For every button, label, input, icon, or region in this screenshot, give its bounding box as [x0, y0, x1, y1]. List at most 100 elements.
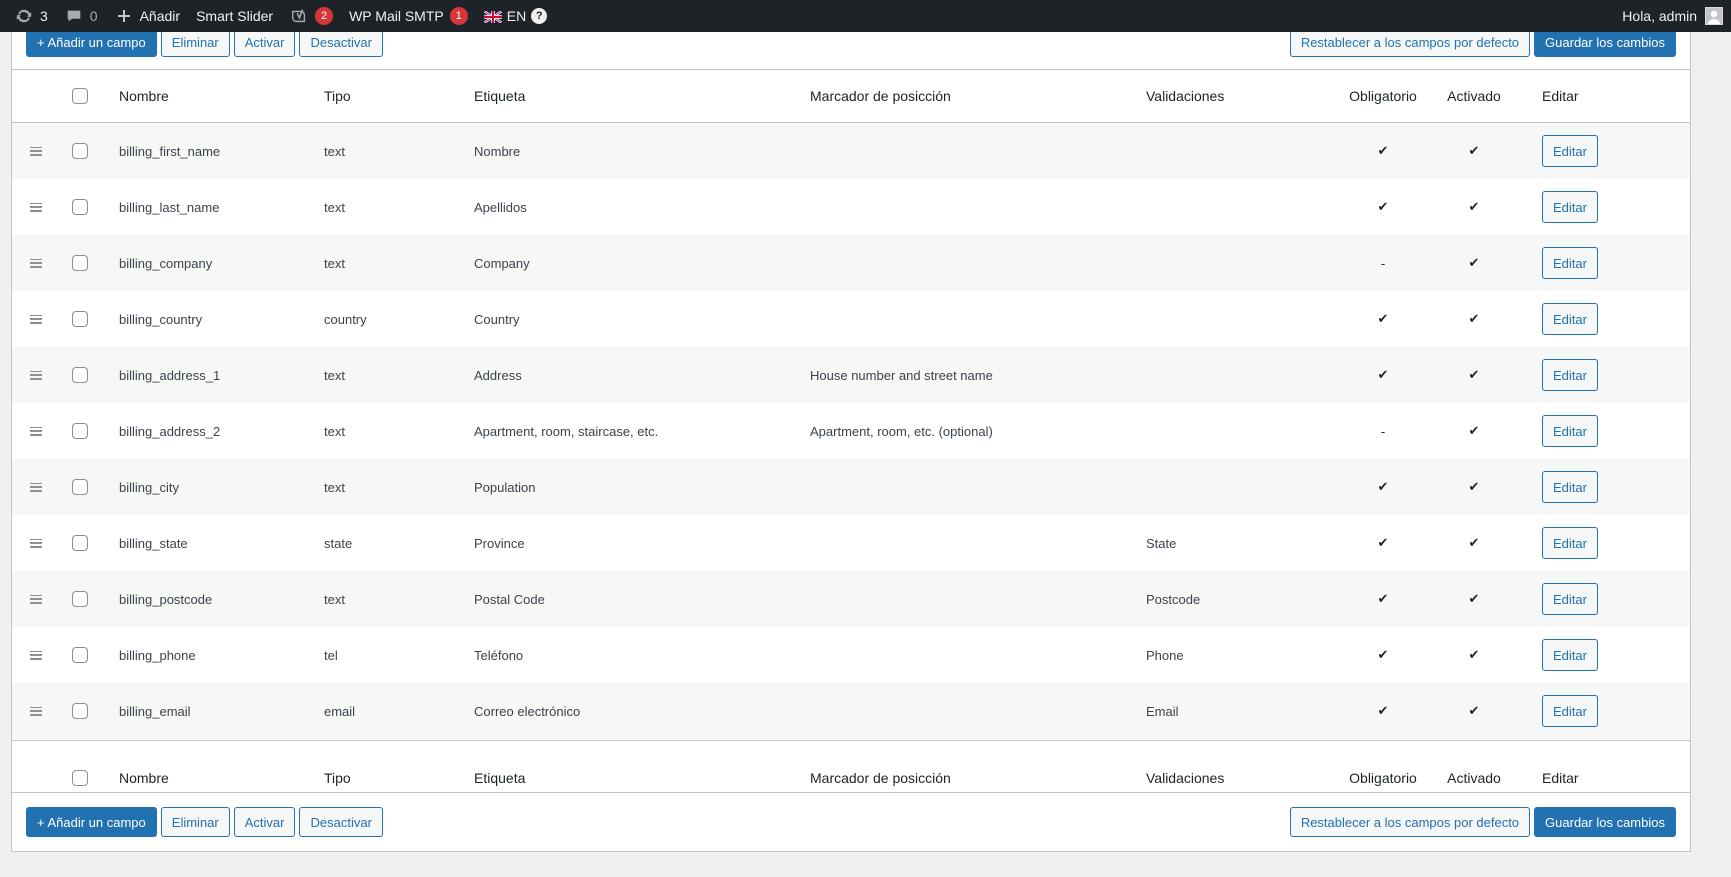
required-indicator: ✔ — [1377, 311, 1389, 326]
edit-button[interactable]: Editar — [1542, 639, 1598, 671]
field-label: Country — [474, 311, 520, 327]
field-placeholder: House number and street name — [810, 367, 993, 383]
comments-count: 0 — [89, 8, 98, 24]
divider — [12, 740, 1690, 741]
row-checkbox[interactable] — [72, 311, 88, 327]
table-row: billing_first_name text Nombre ✔ ✔ Editar — [12, 123, 1690, 179]
save-changes-button[interactable]: Guardar los cambios — [1534, 807, 1676, 837]
field-name: billing_city — [119, 479, 179, 495]
column-footer-required[interactable]: Obligatorio — [1334, 752, 1432, 804]
edit-button[interactable]: Editar — [1542, 583, 1598, 615]
drag-handle-icon[interactable] — [30, 258, 42, 268]
edit-button[interactable]: Editar — [1542, 359, 1598, 391]
enabled-indicator: ✔ — [1468, 423, 1480, 438]
drag-handle-icon[interactable] — [30, 426, 42, 436]
enabled-indicator: ✔ — [1468, 143, 1480, 158]
language-menu[interactable]: EN ? — [476, 0, 555, 32]
column-header-validations[interactable]: Validaciones — [1146, 70, 1224, 122]
column-footer-label[interactable]: Etiqueta — [474, 752, 525, 804]
table-row: billing_address_2 text Apartment, room, st… — [12, 403, 1690, 459]
column-header-placeholder[interactable]: Marcador de posicción — [810, 70, 951, 122]
field-name: billing_address_1 — [119, 367, 221, 383]
drag-handle-icon[interactable] — [30, 482, 42, 492]
required-indicator: ✔ — [1377, 535, 1389, 550]
edit-button[interactable]: Editar — [1542, 471, 1598, 503]
refresh-icon — [14, 6, 34, 26]
select-all-checkbox-footer[interactable] — [72, 770, 88, 786]
row-checkbox[interactable] — [72, 423, 88, 439]
enabled-indicator: ✔ — [1468, 199, 1480, 214]
row-checkbox[interactable] — [72, 479, 88, 495]
column-header-label[interactable]: Etiqueta — [474, 70, 525, 122]
reset-fields-button[interactable]: Restablecer a los campos por defecto — [1289, 807, 1531, 837]
greeting-label: Hola, admin — [1622, 8, 1697, 24]
field-name: billing_address_2 — [119, 423, 221, 439]
fields-panel: + Añadir un campo Eliminar Activar Desac… — [11, 10, 1691, 852]
column-footer-name[interactable]: Nombre — [119, 752, 169, 804]
account-menu[interactable]: Hola, admin — [1622, 0, 1723, 32]
enabled-indicator: ✔ — [1468, 703, 1480, 718]
enabled-indicator: ✔ — [1468, 647, 1480, 662]
edit-button[interactable]: Editar — [1542, 247, 1598, 279]
field-type: text — [324, 143, 345, 159]
select-all-checkbox[interactable] — [72, 88, 88, 104]
drag-handle-icon[interactable] — [30, 706, 42, 716]
table-row: billing_country country Country ✔ ✔ Editar — [12, 291, 1690, 347]
required-indicator: ✔ — [1377, 199, 1389, 214]
drag-handle-icon[interactable] — [30, 202, 42, 212]
drag-handle-icon[interactable] — [30, 146, 42, 156]
row-checkbox[interactable] — [72, 367, 88, 383]
column-footer-enabled[interactable]: Activado — [1431, 752, 1517, 804]
table-row: billing_last_name text Apellidos ✔ ✔ Editar — [12, 179, 1690, 235]
uk-flag-icon — [483, 10, 503, 24]
activate-button[interactable]: Activar — [233, 807, 296, 837]
field-name: billing_company — [119, 255, 213, 271]
column-header-type[interactable]: Tipo — [324, 70, 351, 122]
row-checkbox[interactable] — [72, 703, 88, 719]
required-indicator: - — [1380, 423, 1386, 439]
row-checkbox[interactable] — [72, 143, 88, 159]
help-icon[interactable]: ? — [531, 8, 548, 24]
field-label: Company — [474, 255, 530, 271]
edit-button[interactable]: Editar — [1542, 527, 1598, 559]
bottom-toolbar: + Añadir un campo Eliminar Activar Desac… — [26, 807, 1676, 837]
wp-mail-smtp-badge: 1 — [449, 7, 468, 25]
column-header-required[interactable]: Obligatorio — [1334, 70, 1432, 122]
row-checkbox[interactable] — [72, 535, 88, 551]
comments-menu[interactable]: 0 — [56, 0, 106, 32]
smart-slider-menu[interactable]: Smart Slider — [188, 0, 281, 32]
drag-handle-icon[interactable] — [30, 650, 42, 660]
edit-button[interactable]: Editar — [1542, 415, 1598, 447]
edit-button[interactable]: Editar — [1542, 695, 1598, 727]
wp-mail-smtp-menu[interactable]: WP Mail SMTP 1 — [341, 0, 476, 32]
drag-handle-icon[interactable] — [30, 314, 42, 324]
column-footer-placeholder[interactable]: Marcador de posicción — [810, 752, 951, 804]
new-content-menu[interactable]: Añadir — [106, 0, 188, 32]
edit-button[interactable]: Editar — [1542, 303, 1598, 335]
column-footer-validations[interactable]: Validaciones — [1146, 752, 1224, 804]
column-header-enabled[interactable]: Activado — [1431, 70, 1517, 122]
drag-handle-icon[interactable] — [30, 370, 42, 380]
delete-button[interactable]: Eliminar — [160, 807, 230, 837]
edit-button[interactable]: Editar — [1542, 135, 1598, 167]
edit-button[interactable]: Editar — [1542, 191, 1598, 223]
yoast-menu[interactable]: 2 — [281, 0, 341, 32]
row-checkbox[interactable] — [72, 591, 88, 607]
row-checkbox[interactable] — [72, 647, 88, 663]
field-type: text — [324, 591, 345, 607]
add-field-button[interactable]: + Añadir un campo — [26, 807, 157, 837]
drag-handle-icon[interactable] — [30, 538, 42, 548]
field-label: Apartment, room, staircase, etc. — [474, 423, 659, 439]
deactivate-button[interactable]: Desactivar — [299, 807, 383, 837]
field-type: tel — [324, 647, 338, 663]
updates-menu[interactable]: 3 — [0, 0, 56, 32]
column-header-name[interactable]: Nombre — [119, 70, 169, 122]
required-indicator: ✔ — [1377, 479, 1389, 494]
divider — [12, 792, 1690, 793]
column-footer-edit: Editar — [1542, 770, 1579, 786]
row-checkbox[interactable] — [72, 255, 88, 271]
required-indicator: ✔ — [1377, 367, 1389, 382]
column-footer-type[interactable]: Tipo — [324, 752, 351, 804]
row-checkbox[interactable] — [72, 199, 88, 215]
drag-handle-icon[interactable] — [30, 594, 42, 604]
